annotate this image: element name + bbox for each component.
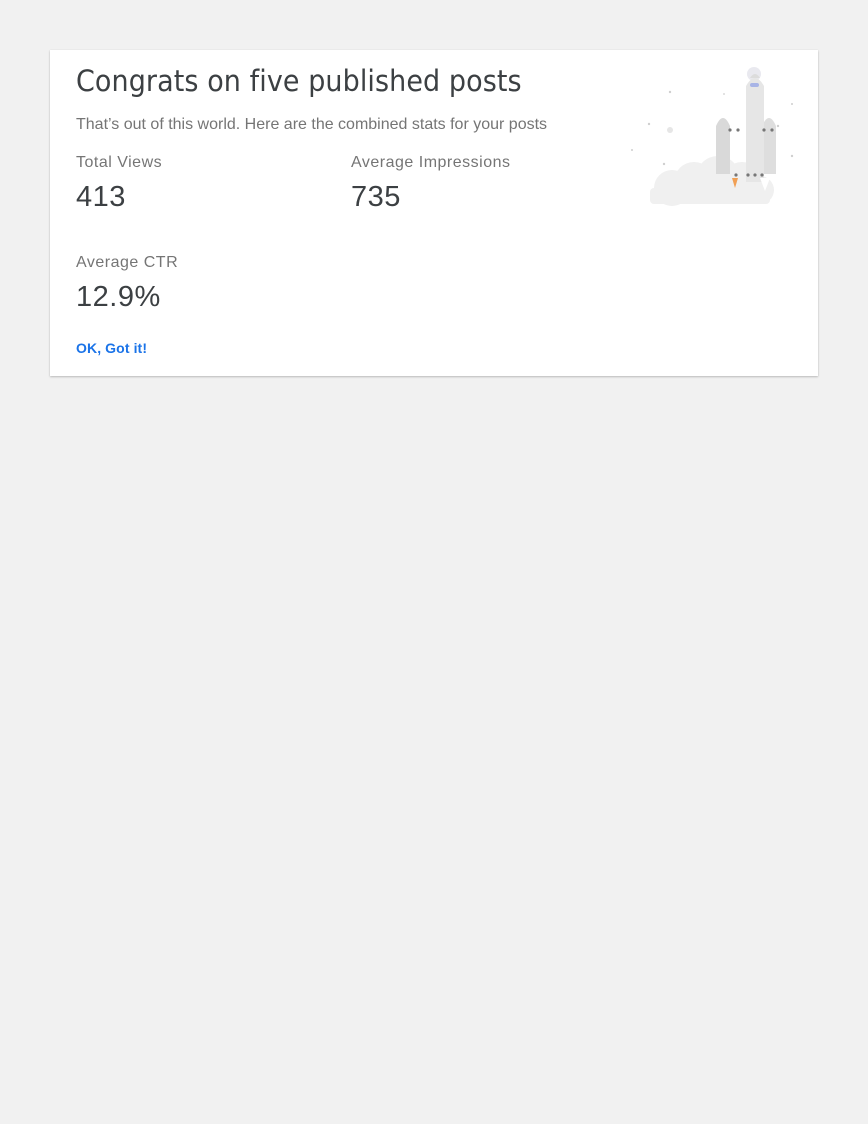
stat-average-ctr: Average CTR 12.9% xyxy=(76,254,178,314)
stat-value-total-views: 413 xyxy=(76,181,126,213)
rocket-launch-icon xyxy=(631,67,794,206)
stat-label-average-impressions: Average Impressions xyxy=(351,154,511,171)
stat-label-total-views: Total Views xyxy=(76,154,163,171)
stat-average-impressions: Average Impressions 735 xyxy=(351,154,511,214)
card-subtitle: That’s out of this world. Here are the c… xyxy=(76,116,548,133)
ok-got-it-button[interactable]: OK, Got it! xyxy=(76,340,147,356)
congrats-card: Congrats on five published posts That’s … xyxy=(50,50,818,376)
card-title: Congrats on five published posts xyxy=(76,64,522,98)
stat-value-average-impressions: 735 xyxy=(351,181,401,213)
stat-label-average-ctr: Average CTR xyxy=(76,254,179,271)
stat-total-views: Total Views 413 xyxy=(76,154,162,214)
stat-value-average-ctr: 12.9% xyxy=(76,281,161,313)
